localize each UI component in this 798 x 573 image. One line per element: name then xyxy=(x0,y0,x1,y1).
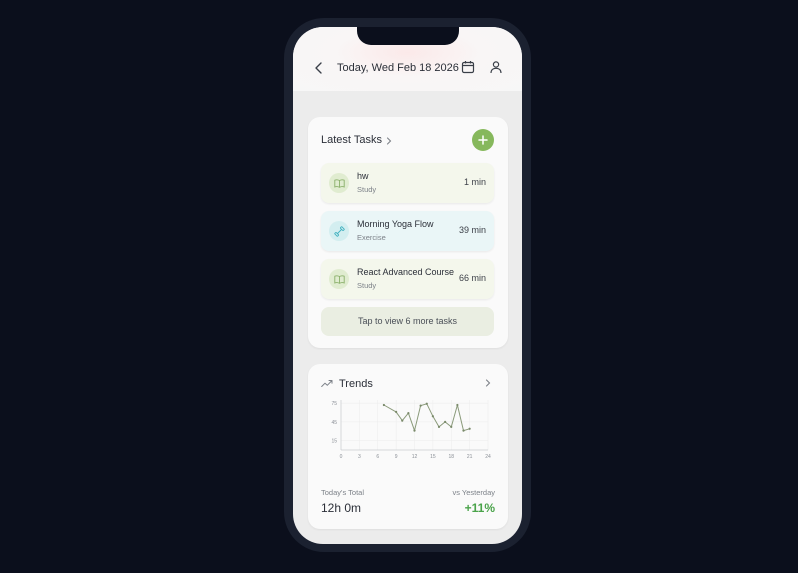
calendar-icon[interactable] xyxy=(461,60,475,74)
x-tick-label: 3 xyxy=(358,454,361,460)
task-category: Exercise xyxy=(357,233,386,242)
task-name: hw xyxy=(357,171,369,181)
trend-data-point xyxy=(395,410,398,413)
vs-yesterday-value: +11% xyxy=(464,501,495,515)
trend-data-point xyxy=(437,425,441,428)
y-tick-label: 75 xyxy=(331,401,337,407)
x-tick-label: 18 xyxy=(448,454,454,460)
task-name: Morning Yoga Flow xyxy=(357,219,434,229)
trend-data-point xyxy=(462,429,465,432)
task-category: Study xyxy=(357,281,377,290)
view-more-tasks-button[interactable]: Tap to view 6 more tasks xyxy=(321,307,494,336)
trend-data-point xyxy=(419,404,422,407)
add-task-button[interactable] xyxy=(472,129,494,151)
trend-data-point xyxy=(413,429,416,432)
user-profile-icon[interactable] xyxy=(489,60,503,74)
trends-card: Trends 0 3 6 9 12 15 18 21 24 75 45 15 Today's Tota… xyxy=(308,364,508,529)
x-tick-label: 9 xyxy=(395,454,398,460)
book-icon xyxy=(329,173,349,193)
trend-data-point xyxy=(382,403,385,407)
x-tick-label: 21 xyxy=(467,454,473,460)
task-item-morning-yoga-flow[interactable]: Morning Yoga Flow Exercise 39 min xyxy=(321,211,494,251)
task-category: Study xyxy=(357,185,377,194)
latest-tasks-card: Latest Tasks hw Study 1 min Morning Yoga… xyxy=(308,117,508,348)
header-date: Today, Wed Feb 18 2026 xyxy=(337,62,459,74)
trend-data-point xyxy=(407,412,410,415)
todays-total-label: Today's Total xyxy=(321,488,364,497)
dumbbell-icon xyxy=(329,221,349,241)
trend-data-point xyxy=(456,403,459,407)
trend-data-point xyxy=(425,402,428,405)
chevron-right-icon[interactable] xyxy=(385,136,393,146)
back-arrow-icon[interactable] xyxy=(313,60,325,76)
y-tick-label: 15 xyxy=(331,439,337,445)
y-tick-label: 45 xyxy=(331,420,337,426)
vs-yesterday-label: vs Yesterday xyxy=(452,488,495,497)
latest-tasks-title[interactable]: Latest Tasks xyxy=(321,134,382,146)
x-tick-label: 15 xyxy=(430,454,436,460)
task-name: React Advanced Course xyxy=(357,267,455,277)
book-icon xyxy=(329,269,349,289)
trend-data-point xyxy=(444,420,447,423)
task-duration: 39 min xyxy=(458,225,486,235)
trend-data-point xyxy=(450,425,453,428)
todays-total-value: 12h 0m xyxy=(321,501,362,515)
app-screen: Today, Wed Feb 18 2026 Latest Tasks hw S… xyxy=(293,27,522,544)
trend-data-point xyxy=(431,415,434,418)
task-item-hw[interactable]: hw Study 1 min xyxy=(321,163,494,203)
phone-notch xyxy=(357,27,459,45)
task-item-react-advanced-course[interactable]: React Advanced Course Study 66 min xyxy=(321,259,494,299)
phone-frame: Today, Wed Feb 18 2026 Latest Tasks hw S… xyxy=(284,18,531,552)
x-tick-label: 6 xyxy=(376,454,379,460)
trend-data-point xyxy=(468,427,471,430)
trend-line-chart: 0 3 6 9 12 15 18 21 24 75 45 15 xyxy=(331,400,491,460)
trends-title: Trends xyxy=(339,378,373,390)
trend-data-point xyxy=(401,419,404,422)
plus-icon xyxy=(478,135,488,145)
task-duration: 66 min xyxy=(458,273,486,283)
x-tick-label: 24 xyxy=(485,454,491,460)
trending-up-icon xyxy=(321,380,333,387)
trend-series-line xyxy=(383,403,470,432)
x-tick-label: 0 xyxy=(340,454,343,460)
task-duration: 1 min xyxy=(463,177,486,187)
x-tick-label: 12 xyxy=(412,454,418,460)
chevron-right-icon[interactable] xyxy=(484,378,492,388)
